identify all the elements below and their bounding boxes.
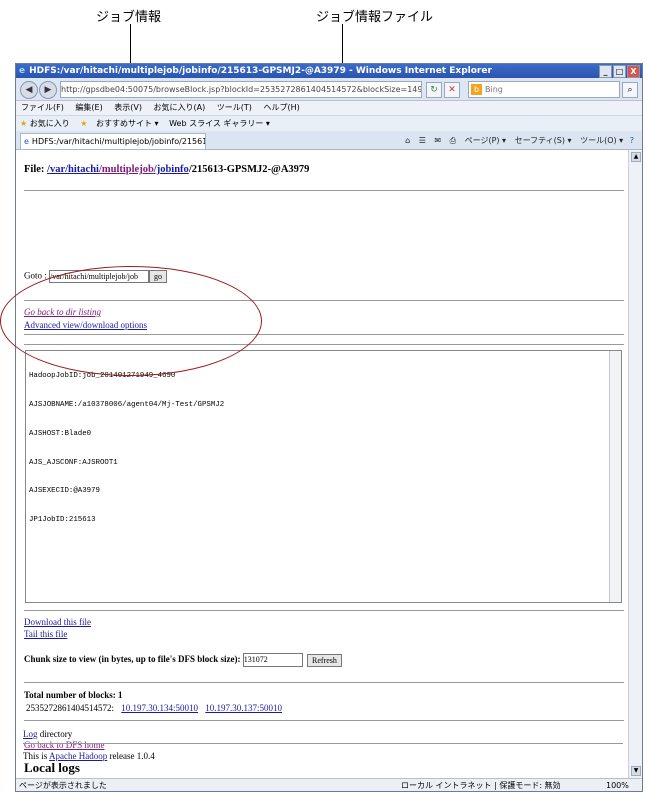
- path-filename: /215613-GPSMJ2-@A3979: [188, 164, 310, 175]
- apache-hadoop-link[interactable]: Apache Hadoop: [49, 751, 107, 761]
- page-icon: e: [24, 137, 29, 146]
- datanode-link-1[interactable]: 10.197.30.134:50010: [121, 703, 198, 713]
- maximize-button[interactable]: □: [613, 65, 626, 78]
- release-pre: This is: [23, 751, 50, 761]
- search-placeholder: Bing: [485, 85, 503, 94]
- page-title: File: /var/hitachi/multiplejob/jobinfo/2…: [24, 164, 309, 175]
- release-post: release 1.0.4: [107, 751, 155, 761]
- scroll-down-icon[interactable]: ▼: [631, 766, 641, 776]
- block-row: 2535272861404514572: 10.197.30.134:50010…: [26, 703, 282, 713]
- menu-view[interactable]: 表示(V): [114, 103, 142, 112]
- mail-icon[interactable]: ✉: [434, 136, 441, 145]
- tab-title: HDFS:/var/hitachi/multiplejob/jobinfo/21…: [31, 137, 206, 146]
- close-button[interactable]: X: [627, 65, 640, 78]
- menu-favorites[interactable]: お気に入り(A): [154, 103, 206, 112]
- suggested-sites-link[interactable]: おすすめサイト ▾: [96, 119, 159, 128]
- menu-tools[interactable]: ツール(T): [217, 103, 252, 112]
- favorites-button[interactable]: お気に入り: [30, 119, 70, 128]
- divider: [24, 682, 624, 683]
- search-icon[interactable]: ⌕: [622, 82, 638, 98]
- safety-menu[interactable]: セーフティ(S) ▾: [515, 136, 572, 145]
- menu-help[interactable]: ヘルプ(H): [263, 103, 299, 112]
- datanode-link-2[interactable]: 10.197.30.137:50010: [205, 703, 282, 713]
- home-icon[interactable]: ⌂: [405, 136, 410, 145]
- path-hitachi-link[interactable]: /hitachi: [65, 164, 99, 175]
- callout-job-info: ジョブ情報: [96, 10, 162, 25]
- log-row: Log directory: [23, 729, 72, 739]
- page-menu[interactable]: ページ(P) ▾: [465, 136, 506, 145]
- star-icon: ★: [20, 119, 28, 128]
- feeds-icon[interactable]: ☰: [419, 136, 426, 145]
- path-var-link[interactable]: /var: [47, 164, 65, 175]
- callout-job-info-file: ジョブ情報ファイル: [316, 10, 434, 25]
- window-title: HDFS:/var/hitachi/multiplejob/jobinfo/21…: [29, 66, 492, 76]
- textarea-scrollbar[interactable]: [609, 351, 621, 602]
- divider: [24, 720, 624, 721]
- print-icon[interactable]: ⎙: [450, 136, 456, 145]
- browser-window: e HDFS:/var/hitachi/multiplejob/jobinfo/2…: [15, 63, 643, 792]
- file-line: JP1JobID:215613: [29, 516, 96, 525]
- bing-icon: b: [471, 84, 482, 95]
- menu-bar: ファイル(F) 編集(E) 表示(V) お気に入り(A) ツール(T) ヘルプ(…: [16, 101, 642, 115]
- tools-menu[interactable]: ツール(O) ▾: [580, 136, 623, 145]
- block-id: 2535272861404514572:: [26, 703, 115, 713]
- path-multiplejob-link[interactable]: /multiplejob: [99, 164, 154, 175]
- title-bar: e HDFS:/var/hitachi/multiplejob/jobinfo/2…: [16, 64, 642, 78]
- tab-bar: e HDFS:/var/hitachi/multiplejob/jobinfo/2…: [16, 131, 642, 150]
- file-line: AJSHOST:Blade0: [29, 429, 92, 438]
- zoom-level[interactable]: 100%: [606, 779, 629, 791]
- divider: [23, 743, 623, 744]
- chunk-label: Chunk size to view (in bytes, up to file…: [24, 654, 241, 665]
- menu-file[interactable]: ファイル(F): [21, 103, 64, 112]
- minimize-button[interactable]: _: [599, 65, 612, 78]
- url-field[interactable]: http://gpsdbe04:50075/browseBlock.jsp?bl…: [60, 81, 422, 98]
- file-line: AJSEXECID:@A3979: [29, 487, 100, 496]
- total-blocks: Total number of blocks: 1: [24, 690, 123, 700]
- url-text: http://gpsdbe04:50075/browseBlock.jsp?bl…: [61, 85, 422, 94]
- command-bar: ⌂ ☰ ✉ ⎙ ページ(P) ▾ セーフティ(S) ▾ ツール(O) ▾ ?: [405, 135, 634, 146]
- file-content-textarea[interactable]: HadoopJobID:job_201401271949_4690 AJSJOB…: [25, 350, 622, 603]
- back-button[interactable]: ◀: [20, 81, 38, 99]
- ie-logo-icon: e: [19, 66, 26, 76]
- file-line: AJSJOBNAME:/a10378006/agent04/Mj-Test/GP…: [29, 400, 225, 409]
- address-bar: ◀ ▶ http://gpsdbe04:50075/browseBlock.js…: [16, 78, 642, 101]
- highlight-ellipse: [0, 266, 262, 376]
- chunk-row: Chunk size to view (in bytes, up to file…: [24, 653, 342, 667]
- local-logs-heading: Local logs: [24, 760, 80, 775]
- refresh-icon[interactable]: ↻: [426, 82, 442, 98]
- chunk-size-input[interactable]: 131072: [242, 653, 303, 667]
- page-content: File: /var/hitachi/multiplejob/jobinfo/2…: [16, 150, 628, 778]
- divider: [24, 190, 624, 191]
- log-text: directory: [37, 729, 73, 739]
- favorites-bar: ★ お気に入り ★ おすすめサイト ▾ Web スライス ギャラリー ▾: [16, 115, 642, 132]
- window-controls: _ □ X: [598, 65, 640, 79]
- file-line: AJS_AJSCONF:AJSROOT1: [29, 458, 118, 467]
- release-row: This is Apache Hadoop release 1.0.4: [23, 751, 155, 761]
- tab-hdfs[interactable]: e HDFS:/var/hitachi/multiplejob/jobinfo/2…: [20, 133, 206, 149]
- tail-link[interactable]: Tail this file: [24, 629, 67, 639]
- menu-edit[interactable]: 編集(E): [75, 103, 102, 112]
- scroll-up-icon[interactable]: ▲: [631, 152, 641, 162]
- web-slice-link[interactable]: Web スライス ギャラリー ▾: [169, 119, 270, 128]
- forward-button[interactable]: ▶: [39, 81, 57, 99]
- path-jobinfo-link[interactable]: /jobinfo: [154, 164, 189, 175]
- refresh-button[interactable]: Refresh: [307, 653, 342, 667]
- download-link[interactable]: Download this file: [24, 617, 91, 627]
- stop-icon[interactable]: ✕: [444, 82, 460, 98]
- security-zone: ローカル イントラネット | 保護モード: 無効: [401, 781, 561, 790]
- page-scrollbar[interactable]: ▲ ▼: [628, 150, 642, 778]
- file-prefix: File:: [24, 164, 45, 175]
- status-text: ページが表示されました: [19, 781, 107, 790]
- log-link[interactable]: Log: [23, 729, 38, 739]
- divider: [24, 610, 624, 611]
- help-icon[interactable]: ?: [630, 136, 634, 145]
- dfs-home-link[interactable]: Go back to DFS home: [24, 740, 105, 750]
- add-favorite-icon[interactable]: ★: [80, 119, 87, 128]
- search-input[interactable]: b Bing: [468, 81, 620, 98]
- status-bar: ページが表示されました ローカル イントラネット | 保護モード: 無効 100…: [16, 778, 642, 791]
